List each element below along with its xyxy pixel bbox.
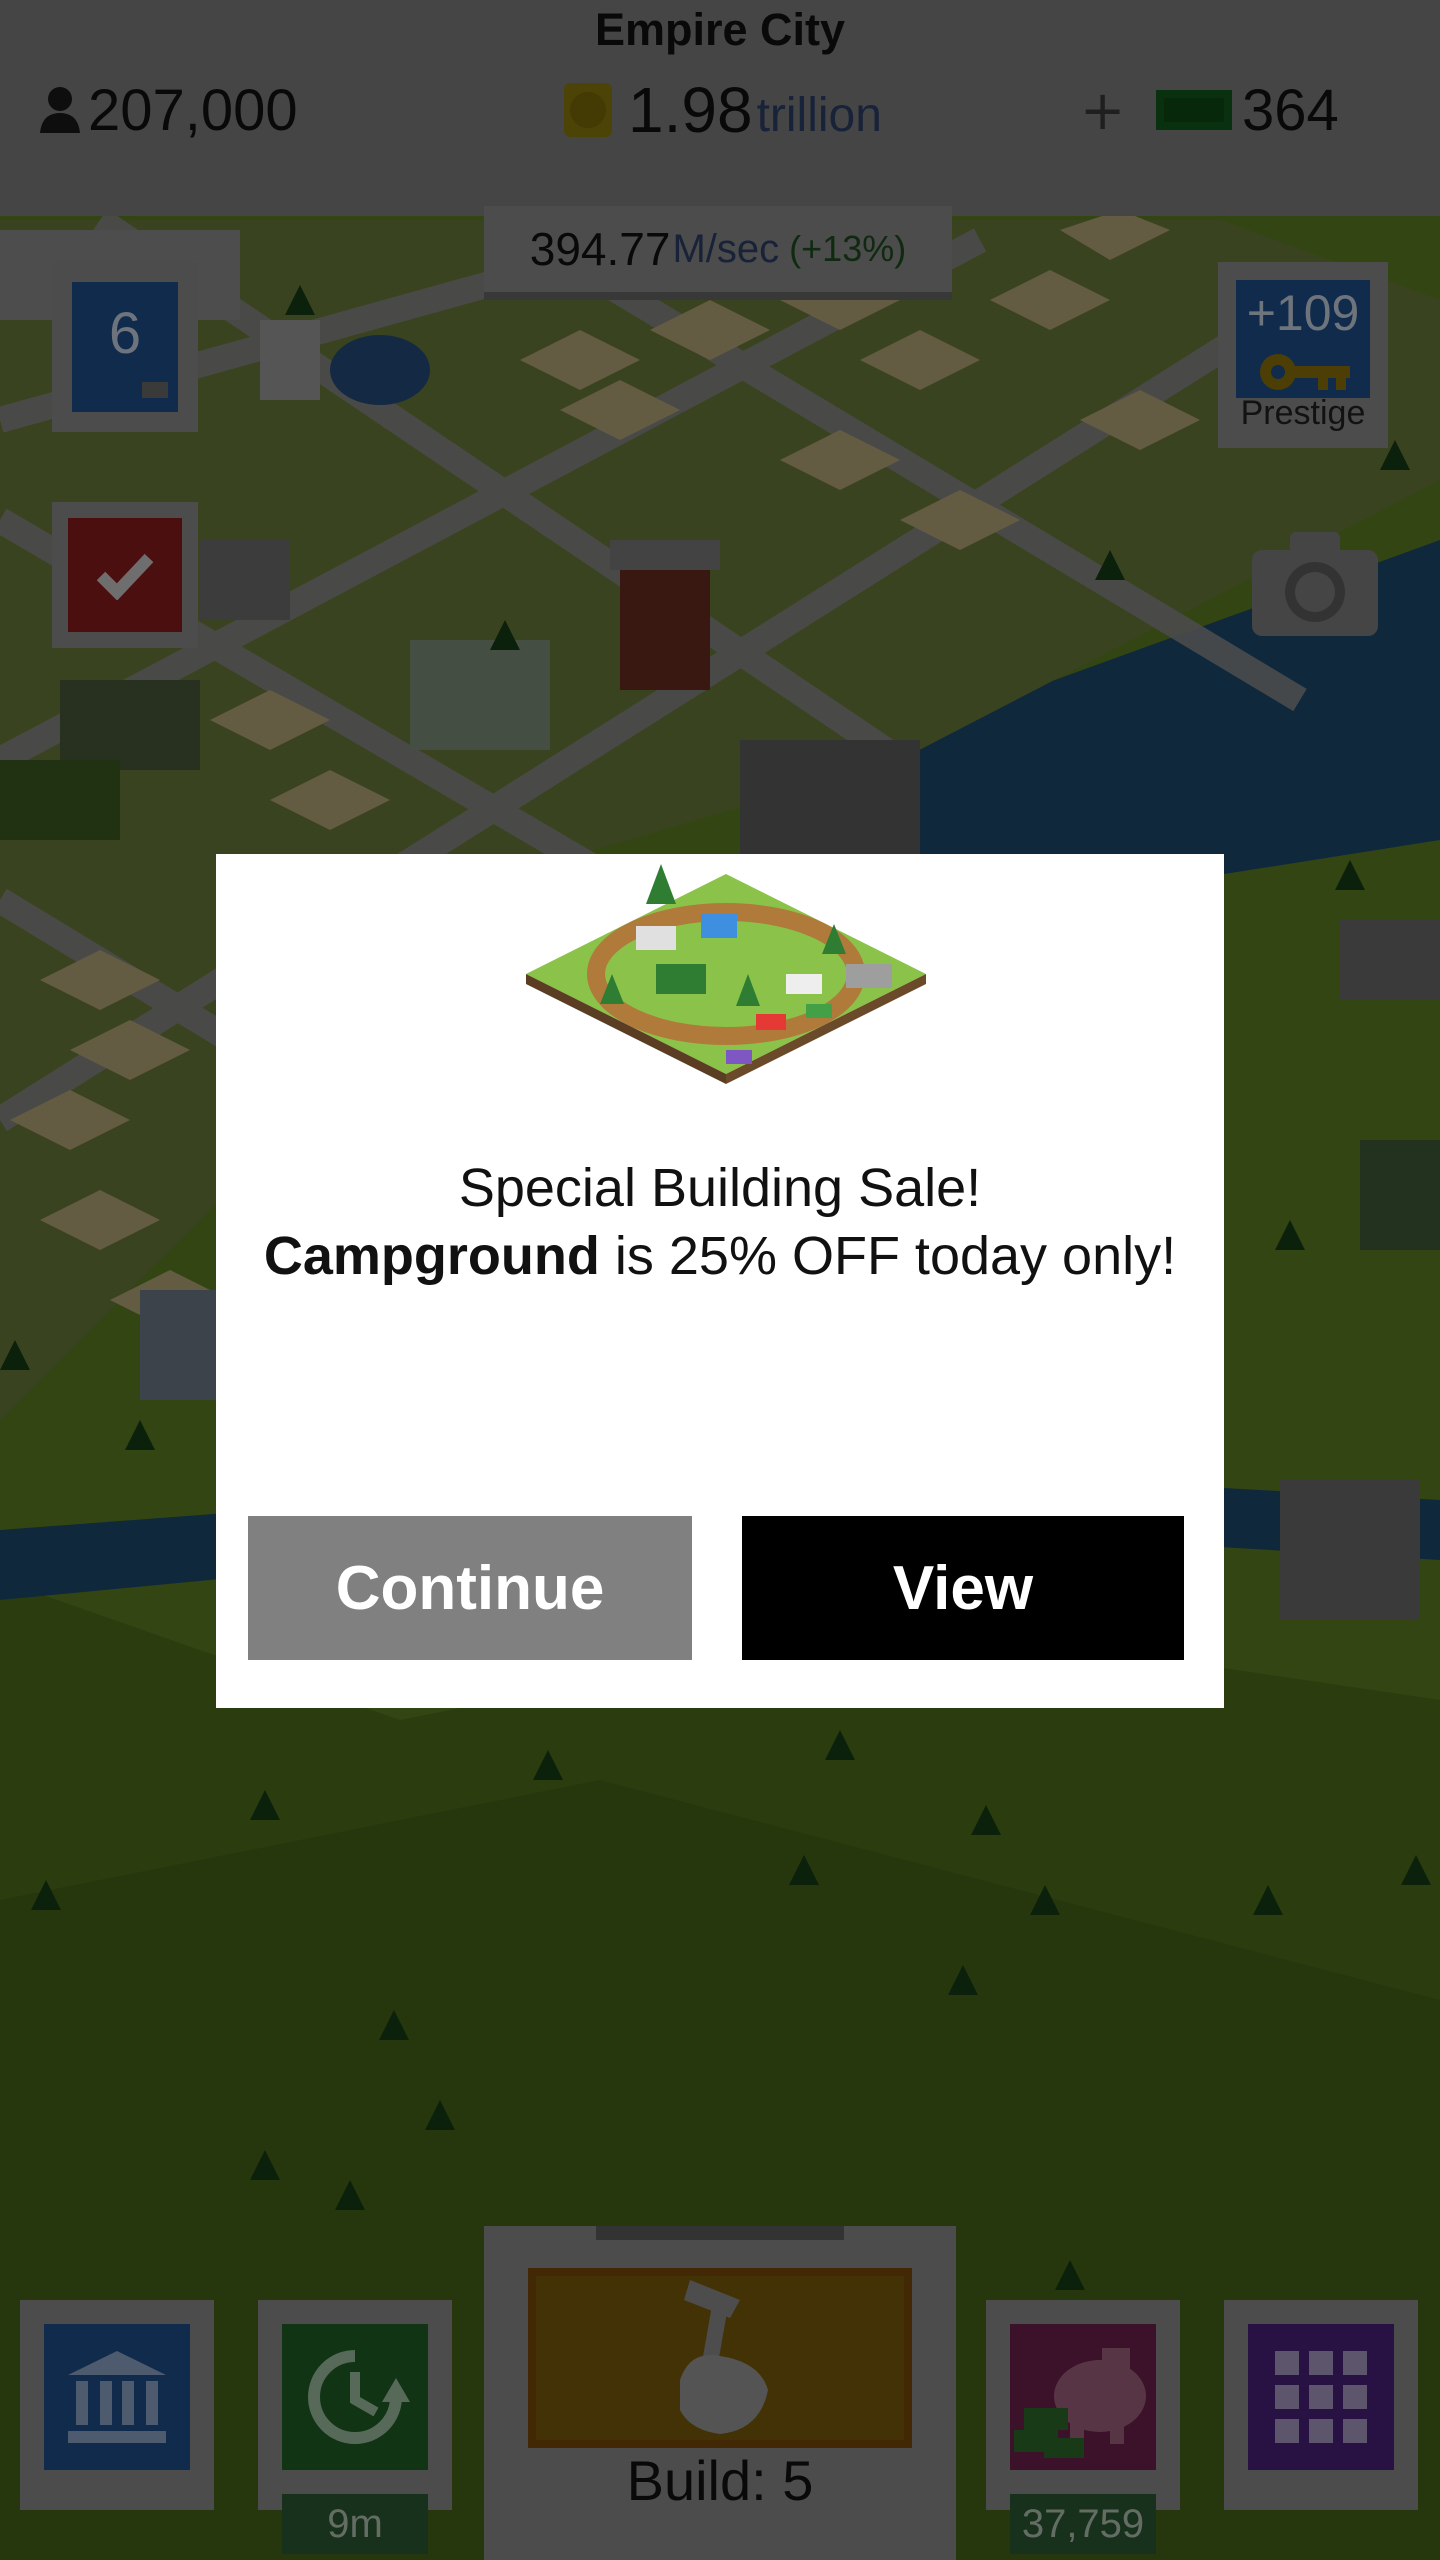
sale-building-name: Campground xyxy=(263,1226,600,1286)
sale-dialog: Special Building Sale! Campground is 25%… xyxy=(216,854,1224,1708)
sale-detail-text: is 25% OFF today only! xyxy=(599,1226,1177,1286)
view-button[interactable]: View xyxy=(742,1516,1184,1660)
game-screen: Empire City 207,000 1.98 trillion + 364 xyxy=(0,0,1440,2560)
continue-button[interactable]: Continue xyxy=(248,1516,692,1660)
sale-headline: Special Building Sale! xyxy=(458,1158,982,1218)
sale-message: Special Building Sale! Campground is 25%… xyxy=(216,1154,1224,1290)
sale-detail: Campground is 25% OFF today only! xyxy=(216,1222,1224,1290)
campground-building-image xyxy=(526,864,926,1084)
